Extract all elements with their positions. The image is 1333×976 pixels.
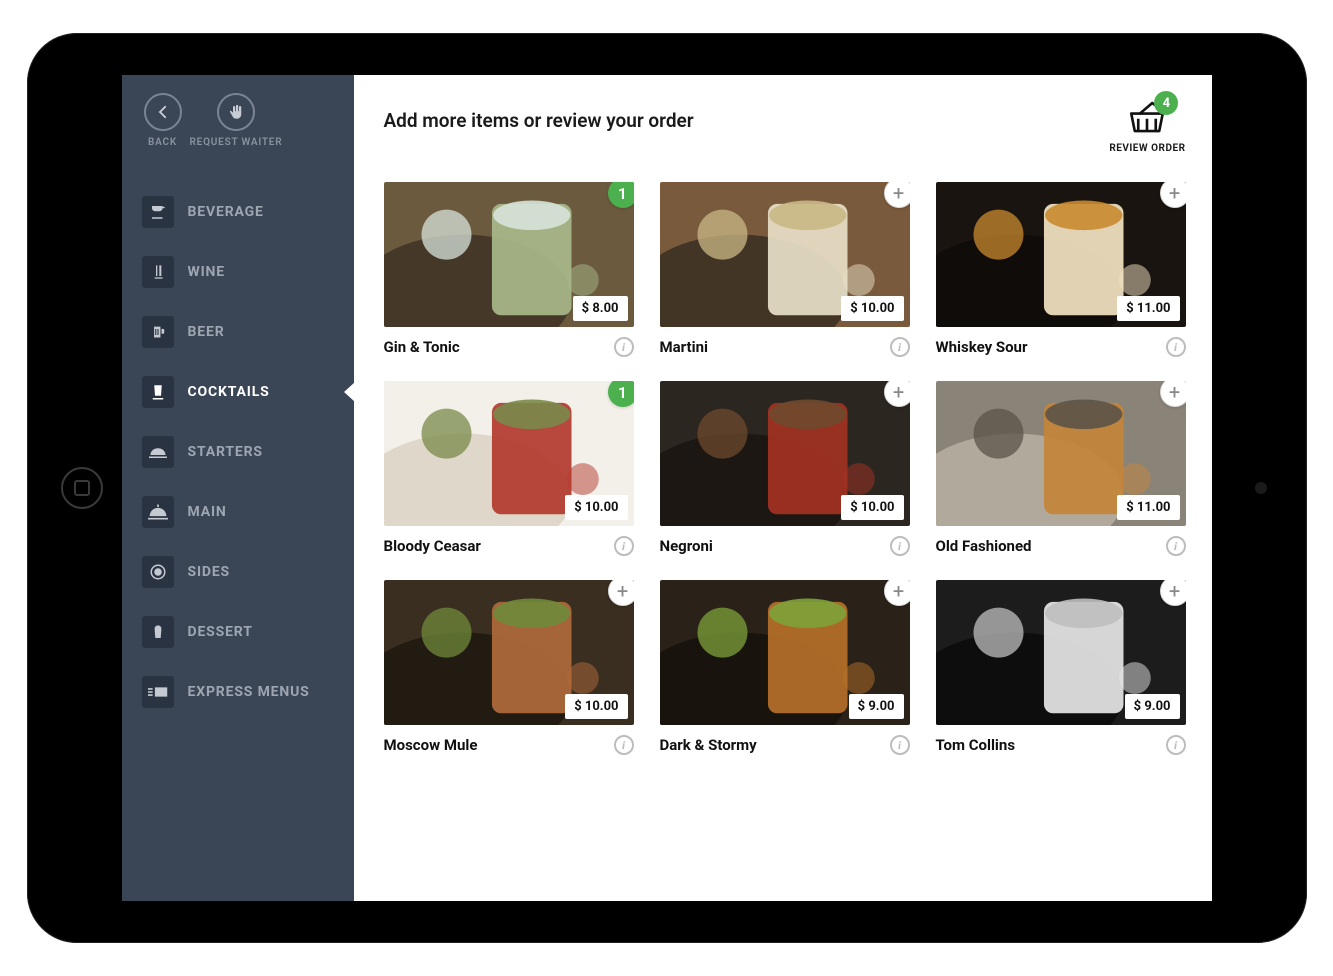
starter-icon (142, 436, 174, 468)
menu-item-card: $ 10.00+ Negroni i (660, 381, 910, 556)
info-icon[interactable]: i (890, 536, 910, 556)
items-grid: $ 8.001 Gin & Tonic i $ 10.00+ Martini i $ 1… (384, 182, 1186, 755)
menu-item-image[interactable]: $ 11.00+ (936, 182, 1186, 327)
tablet-home-button[interactable] (61, 467, 103, 509)
nav-item-wine[interactable]: WINE (122, 242, 354, 302)
menu-item-name: Martini (660, 338, 708, 356)
menu-item-name: Moscow Mule (384, 736, 478, 754)
nav-item-label: BEVERAGE (188, 204, 264, 220)
page-title: Add more items or review your order (384, 99, 694, 132)
menu-item-card: $ 9.00+ Dark & Stormy i (660, 580, 910, 755)
price-tag: $ 10.00 (841, 296, 903, 321)
express-icon (142, 676, 174, 708)
nav-item-label: SIDES (188, 564, 231, 580)
cup-icon (142, 196, 174, 228)
wine-icon (142, 256, 174, 288)
price-tag: $ 9.00 (1125, 694, 1180, 719)
basket-icon: 4 (1126, 99, 1168, 139)
info-icon[interactable]: i (614, 337, 634, 357)
menu-item-card: $ 11.00+ Old Fashioned i (936, 381, 1186, 556)
category-nav: BEVERAGE WINE BEER COCKTAILS STARTERS MAIN SID… (122, 182, 354, 722)
cocktail-icon (142, 376, 174, 408)
price-tag: $ 8.00 (573, 296, 628, 321)
price-tag: $ 10.00 (565, 495, 627, 520)
menu-item-name: Tom Collins (936, 736, 1016, 754)
beer-icon (142, 316, 174, 348)
price-tag: $ 9.00 (849, 694, 904, 719)
price-tag: $ 10.00 (841, 495, 903, 520)
request-waiter-label: REQUEST WAITER (190, 137, 283, 148)
nav-item-label: BEER (188, 324, 225, 340)
menu-item-name: Old Fashioned (936, 537, 1032, 555)
menu-item-name: Bloody Ceasar (384, 537, 481, 555)
dessert-icon (142, 616, 174, 648)
nav-item-label: COCKTAILS (188, 384, 270, 400)
nav-item-dessert[interactable]: DESSERT (122, 602, 354, 662)
nav-item-label: WINE (188, 264, 225, 280)
nav-item-beer[interactable]: BEER (122, 302, 354, 362)
nav-item-label: STARTERS (188, 444, 263, 460)
menu-item-card: $ 9.00+ Tom Collins i (936, 580, 1186, 755)
menu-item-image[interactable]: $ 11.00+ (936, 381, 1186, 526)
back-button[interactable]: BACK (144, 93, 182, 148)
request-waiter-button[interactable]: REQUEST WAITER (190, 93, 283, 148)
back-arrow-icon (144, 93, 182, 131)
info-icon[interactable]: i (614, 536, 634, 556)
price-tag: $ 10.00 (565, 694, 627, 719)
main-content: Add more items or review your order 4 RE… (354, 75, 1212, 901)
menu-item-image[interactable]: $ 10.00+ (660, 182, 910, 327)
menu-item-image[interactable]: $ 9.00+ (936, 580, 1186, 725)
sides-icon (142, 556, 174, 588)
menu-item-image[interactable]: $ 10.00+ (384, 580, 634, 725)
nav-item-sides[interactable]: SIDES (122, 542, 354, 602)
menu-item-card: $ 10.001 Bloody Ceasar i (384, 381, 634, 556)
hand-icon (217, 93, 255, 131)
menu-item-image[interactable]: $ 10.001 (384, 381, 634, 526)
main-icon (142, 496, 174, 528)
info-icon[interactable]: i (1166, 337, 1186, 357)
cart-count-badge: 4 (1154, 91, 1178, 115)
nav-item-express-menus[interactable]: EXPRESS MENUS (122, 662, 354, 722)
nav-item-starters[interactable]: STARTERS (122, 422, 354, 482)
price-tag: $ 11.00 (1117, 495, 1179, 520)
tablet-camera (1255, 482, 1267, 494)
nav-item-beverage[interactable]: BEVERAGE (122, 182, 354, 242)
menu-item-card: $ 10.00+ Martini i (660, 182, 910, 357)
menu-item-card: $ 10.00+ Moscow Mule i (384, 580, 634, 755)
price-tag: $ 11.00 (1117, 296, 1179, 321)
menu-item-image[interactable]: $ 8.001 (384, 182, 634, 327)
menu-item-image[interactable]: $ 10.00+ (660, 381, 910, 526)
info-icon[interactable]: i (890, 735, 910, 755)
nav-item-main[interactable]: MAIN (122, 482, 354, 542)
sidebar: BACK REQUEST WAITER BEVERAGE WINE BEER COCK… (122, 75, 354, 901)
menu-item-image[interactable]: $ 9.00+ (660, 580, 910, 725)
info-icon[interactable]: i (1166, 735, 1186, 755)
nav-item-label: MAIN (188, 504, 227, 520)
info-icon[interactable]: i (890, 337, 910, 357)
menu-item-name: Whiskey Sour (936, 338, 1028, 356)
menu-item-card: $ 11.00+ Whiskey Sour i (936, 182, 1186, 357)
review-order-label: REVIEW ORDER (1109, 143, 1185, 154)
menu-item-name: Negroni (660, 537, 713, 555)
menu-item-name: Dark & Stormy (660, 736, 757, 754)
info-icon[interactable]: i (614, 735, 634, 755)
back-label: BACK (148, 137, 177, 148)
menu-item-card: $ 8.001 Gin & Tonic i (384, 182, 634, 357)
review-order-button[interactable]: 4 REVIEW ORDER (1109, 99, 1185, 154)
nav-item-label: EXPRESS MENUS (188, 684, 310, 700)
menu-item-name: Gin & Tonic (384, 338, 460, 356)
nav-item-label: DESSERT (188, 624, 253, 640)
info-icon[interactable]: i (1166, 536, 1186, 556)
nav-item-cocktails[interactable]: COCKTAILS (122, 362, 354, 422)
